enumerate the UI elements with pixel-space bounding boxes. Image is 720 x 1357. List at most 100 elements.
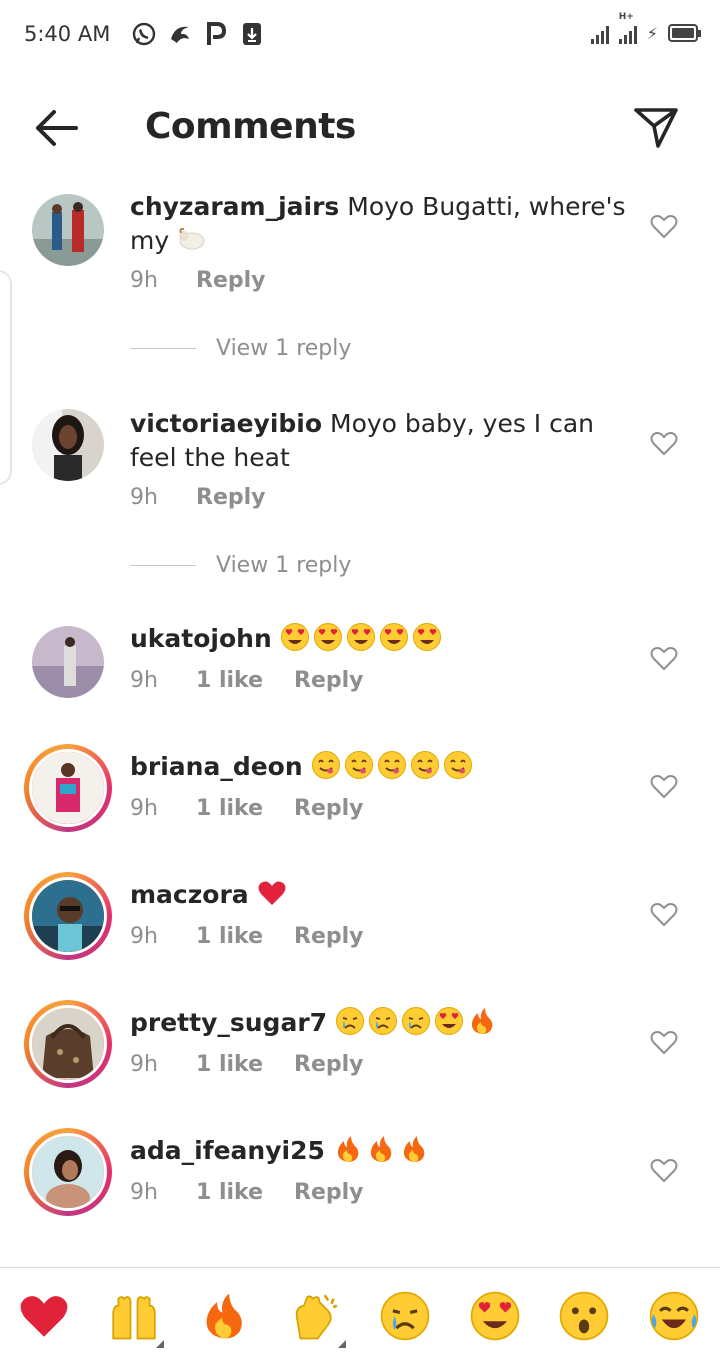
comment-time: 9h — [130, 796, 158, 821]
avatar-story-ring[interactable] — [24, 1128, 112, 1216]
emoji-button-crying[interactable] — [377, 1290, 433, 1346]
comment-text: briana_deon — [130, 750, 630, 784]
comment-time: 9h — [130, 1180, 158, 1205]
comment-username[interactable]: ada_ifeanyi25 — [130, 1136, 325, 1165]
p-icon — [202, 20, 230, 48]
heart-outline-icon — [650, 1031, 678, 1055]
signal-icon — [590, 22, 609, 44]
like-button[interactable] — [650, 214, 678, 240]
view-replies-button[interactable]: View 1 reply — [130, 553, 351, 578]
status-notification-icons — [130, 20, 266, 48]
yum-emoji — [344, 750, 374, 780]
crying-emoji — [368, 1006, 398, 1036]
side-drawer-handle[interactable] — [0, 270, 12, 485]
likes-count[interactable]: 1 like — [196, 924, 294, 949]
comment-time: 9h — [130, 1052, 158, 1077]
battery-icon — [668, 24, 701, 42]
app-icon — [166, 20, 194, 48]
comment-username[interactable]: victoriaeyibio — [130, 409, 322, 438]
heart-outline-icon — [650, 775, 678, 799]
comment-time: 9h — [130, 485, 158, 510]
reply-button[interactable]: Reply — [196, 485, 266, 510]
back-button[interactable] — [30, 106, 82, 150]
likes-count[interactable]: 1 like — [196, 796, 294, 821]
fire-emoji — [366, 1134, 396, 1164]
emoji-quick-bar — [0, 1267, 720, 1357]
comment-time: 9h — [130, 668, 158, 693]
charging-icon: ⚡ — [646, 24, 658, 43]
comment-meta: 9h 1 like Reply — [130, 1180, 364, 1205]
crying-icon — [379, 1290, 431, 1346]
view-replies-button[interactable]: View 1 reply — [130, 336, 351, 361]
avatar[interactable] — [32, 194, 104, 266]
reply-button[interactable]: Reply — [196, 268, 266, 293]
avatar[interactable] — [32, 409, 104, 481]
like-button[interactable] — [650, 1158, 678, 1184]
avatar[interactable] — [32, 626, 104, 698]
likes-count[interactable]: 1 like — [196, 1052, 294, 1077]
emoji-button-tears-of-joy[interactable] — [646, 1290, 702, 1346]
skin-tone-indicator — [338, 1340, 346, 1348]
like-button[interactable] — [650, 431, 678, 457]
emoji-button-surprised[interactable] — [556, 1290, 612, 1346]
comment-username[interactable]: pretty_sugar7 — [130, 1008, 327, 1037]
comment-username[interactable]: briana_deon — [130, 752, 303, 781]
red-heart-emoji — [257, 878, 287, 908]
emoji-group — [280, 622, 445, 653]
like-button[interactable] — [650, 646, 678, 672]
comment-meta: 9h 1 like Reply — [130, 924, 364, 949]
heart-outline-icon — [650, 647, 678, 671]
fire-icon — [198, 1290, 250, 1346]
emoji-button-heart-eyes[interactable] — [467, 1290, 523, 1346]
heart-outline-icon — [650, 903, 678, 927]
like-button[interactable] — [650, 902, 678, 928]
heart-eyes-emoji — [313, 622, 343, 652]
send-icon — [634, 108, 678, 148]
comment-meta: 9h Reply — [130, 485, 266, 510]
reply-button[interactable]: Reply — [294, 668, 364, 693]
comment-time: 9h — [130, 268, 158, 293]
header: Comments — [0, 90, 720, 170]
share-button[interactable] — [632, 104, 680, 152]
ram-emoji — [177, 224, 207, 254]
emoji-button-fire[interactable] — [196, 1290, 252, 1346]
likes-count[interactable]: 1 like — [196, 668, 294, 693]
heart-eyes-icon — [469, 1290, 521, 1346]
comment-text: pretty_sugar7 — [130, 1006, 630, 1040]
avatar-story-ring[interactable] — [24, 744, 112, 832]
heart-outline-icon — [650, 1159, 678, 1183]
network-type: H+ — [618, 12, 637, 44]
comment-text: maczora — [130, 878, 630, 912]
comment-username[interactable]: maczora — [130, 880, 249, 909]
emoji-button-raising-hands[interactable] — [106, 1290, 164, 1348]
reply-button[interactable]: Reply — [294, 924, 364, 949]
heart-eyes-emoji — [280, 622, 310, 652]
crying-emoji — [401, 1006, 431, 1036]
reply-button[interactable]: Reply — [294, 1180, 364, 1205]
comment-meta: 9h 1 like Reply — [130, 796, 364, 821]
avatar-story-ring[interactable] — [24, 1000, 112, 1088]
comment-username[interactable]: ukatojohn — [130, 624, 272, 653]
emoji-button-clapping-hands[interactable] — [288, 1290, 346, 1348]
avatar-story-ring[interactable] — [24, 872, 112, 960]
likes-count[interactable]: 1 like — [196, 1180, 294, 1205]
like-button[interactable] — [650, 1030, 678, 1056]
view-replies-label[interactable]: View 1 reply — [216, 553, 351, 578]
like-button[interactable] — [650, 774, 678, 800]
fire-emoji — [467, 1006, 497, 1036]
divider — [130, 348, 196, 349]
page-title: Comments — [145, 106, 356, 147]
comment-meta: 9h Reply — [130, 268, 266, 293]
whatsapp-icon — [130, 20, 158, 48]
skin-tone-indicator — [156, 1340, 164, 1348]
fire-emoji — [399, 1134, 429, 1164]
comment-username[interactable]: chyzaram_jairs — [130, 192, 339, 221]
red-heart-icon — [18, 1290, 70, 1346]
view-replies-label[interactable]: View 1 reply — [216, 336, 351, 361]
clapping-hands-icon — [290, 1290, 346, 1348]
emoji-button-red-heart[interactable] — [16, 1290, 72, 1346]
emoji-group — [257, 880, 290, 909]
heart-eyes-emoji — [412, 622, 442, 652]
reply-button[interactable]: Reply — [294, 1052, 364, 1077]
reply-button[interactable]: Reply — [294, 796, 364, 821]
